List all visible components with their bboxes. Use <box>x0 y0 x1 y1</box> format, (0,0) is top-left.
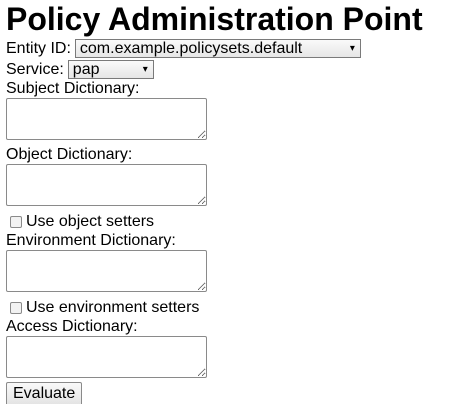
entity-id-select[interactable]: com.example.policysets.default ▾ <box>74 39 361 58</box>
use-environment-setters-label: Use environment setters <box>26 299 200 316</box>
access-dictionary-label: Access Dictionary: <box>6 318 138 335</box>
service-select[interactable]: pap ▾ <box>67 60 154 79</box>
use-object-setters-label: Use object setters <box>26 213 155 230</box>
environment-setters-row: Use environment setters <box>6 298 462 318</box>
entity-id-selected-value: com.example.policysets.default <box>79 40 303 57</box>
object-dictionary-label: Object Dictionary: <box>6 146 133 163</box>
subject-dictionary-textarea[interactable] <box>6 98 207 140</box>
service-label: Service: <box>6 60 64 78</box>
object-setters-row: Use object setters <box>6 212 462 232</box>
chevron-down-icon: ▾ <box>142 64 148 75</box>
evaluate-button[interactable]: Evaluate <box>6 382 83 404</box>
pap-form: Policy Administration Point Entity ID: c… <box>6 0 462 404</box>
service-selected-value: pap <box>72 61 100 78</box>
subject-dictionary-label: Subject Dictionary: <box>6 80 140 97</box>
access-dictionary-textarea[interactable] <box>6 336 207 378</box>
object-dictionary-textarea[interactable] <box>6 164 207 206</box>
service-row: Service: pap ▾ <box>6 59 462 80</box>
chevron-down-icon: ▾ <box>349 43 355 54</box>
environment-dictionary-textarea[interactable] <box>6 250 207 292</box>
use-object-setters-checkbox[interactable] <box>10 216 22 228</box>
entity-id-label: Entity ID: <box>6 39 71 57</box>
page-title: Policy Administration Point <box>6 1 423 37</box>
use-environment-setters-checkbox[interactable] <box>10 302 22 314</box>
entity-row: Entity ID: com.example.policysets.defaul… <box>6 38 462 59</box>
environment-dictionary-label: Environment Dictionary: <box>6 232 176 249</box>
